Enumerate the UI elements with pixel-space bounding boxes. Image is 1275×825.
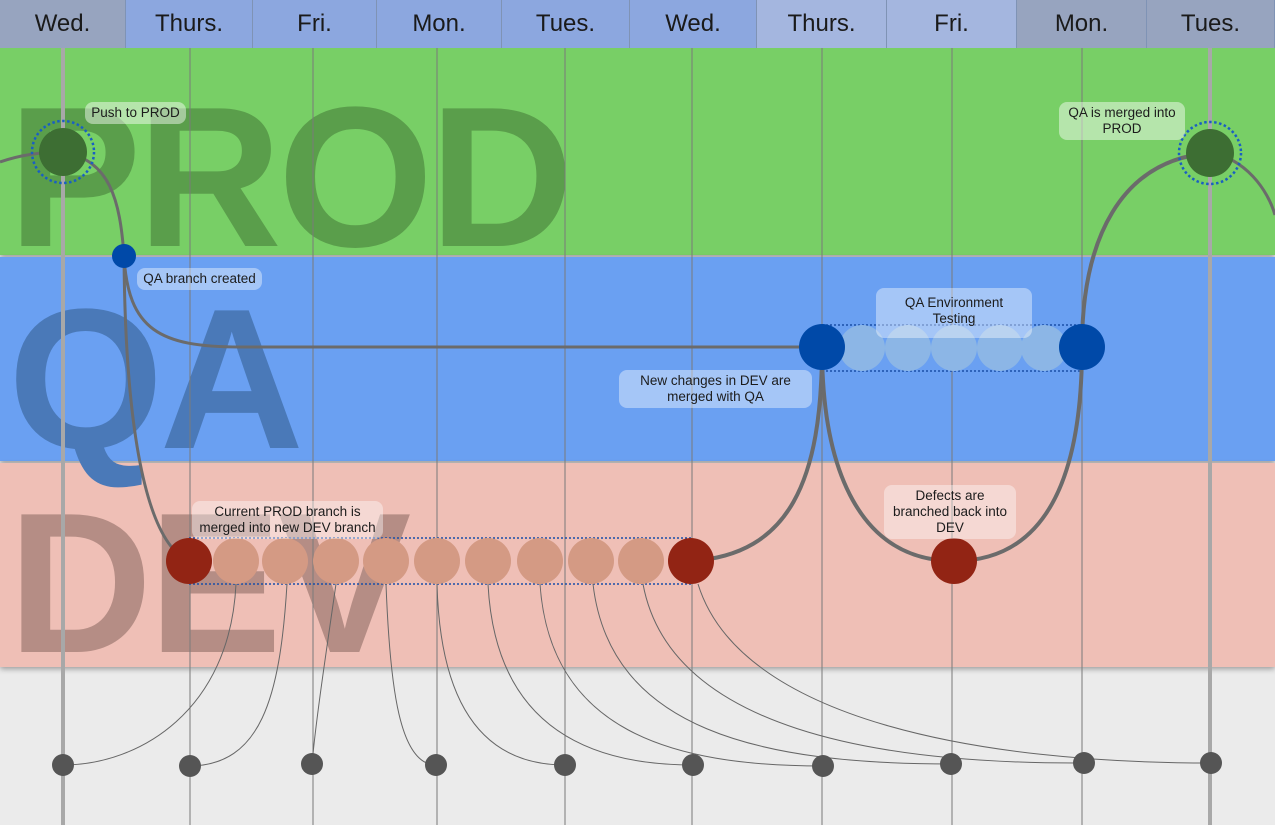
qa-to-prod-merge-line xyxy=(1080,151,1211,348)
commit-connector xyxy=(189,583,288,767)
branching-timeline-diagram: PROD QA DEV Wed. Thurs. Fri. Mon. Tues. Wed. T… xyxy=(0,0,1275,825)
commit-connectors xyxy=(62,583,1212,767)
dev-branch-start-node[interactable] xyxy=(166,538,212,584)
commit-connector xyxy=(385,583,437,766)
commit-node[interactable] xyxy=(301,753,323,775)
commit-node[interactable] xyxy=(554,754,576,776)
commit-node[interactable] xyxy=(1200,752,1222,774)
qa-branch-created-callout: QA branch created xyxy=(137,268,262,290)
dev-commit-node[interactable] xyxy=(465,538,511,584)
defects-back-to-dev-callout: Defects are branched back into DEV xyxy=(884,485,1016,539)
commit-connector xyxy=(62,583,237,766)
commit-node[interactable] xyxy=(425,754,447,776)
commit-connector xyxy=(592,583,952,765)
day-gridlines xyxy=(61,48,1212,825)
qa-merge-in-node[interactable] xyxy=(799,324,845,370)
commit-connector xyxy=(697,583,1212,764)
prod-merge-node[interactable] xyxy=(1186,129,1234,177)
prod-into-dev-callout: Current PROD branch is merged into new D… xyxy=(192,501,383,539)
qa-into-prod-callout: QA is merged into PROD xyxy=(1059,102,1185,140)
commit-node[interactable] xyxy=(52,754,74,776)
commit-connector xyxy=(311,583,337,765)
qa-branch-created-node[interactable] xyxy=(112,244,136,268)
qa-env-testing-callout: QA Environment Testing xyxy=(876,288,1032,338)
commit-node[interactable] xyxy=(812,755,834,777)
commit-connector xyxy=(487,583,694,766)
dev-branch-end-node[interactable] xyxy=(668,538,714,584)
dev-commit-node[interactable] xyxy=(313,538,359,584)
dev-commits xyxy=(213,538,664,584)
dev-commit-node[interactable] xyxy=(363,538,409,584)
dev-commit-node[interactable] xyxy=(618,538,664,584)
qa-merge-out-node[interactable] xyxy=(1059,324,1105,370)
commit-nodes xyxy=(52,752,1222,777)
push-to-prod-callout: Push to PROD xyxy=(85,102,186,124)
commit-connector xyxy=(436,583,566,766)
commit-connector xyxy=(539,583,824,767)
commit-node[interactable] xyxy=(940,753,962,775)
dev-commit-node[interactable] xyxy=(262,538,308,584)
commit-node[interactable] xyxy=(179,755,201,777)
dev-commit-node[interactable] xyxy=(568,538,614,584)
prod-push-node[interactable] xyxy=(39,128,87,176)
dev-commit-node[interactable] xyxy=(414,538,460,584)
dev-defect-node[interactable] xyxy=(931,538,977,584)
commit-node[interactable] xyxy=(682,754,704,776)
dev-commit-node[interactable] xyxy=(517,538,563,584)
commit-node[interactable] xyxy=(1073,752,1095,774)
dev-merged-with-qa-callout: New changes in DEV are merged with QA xyxy=(619,370,812,408)
dev-commit-node[interactable] xyxy=(213,538,259,584)
